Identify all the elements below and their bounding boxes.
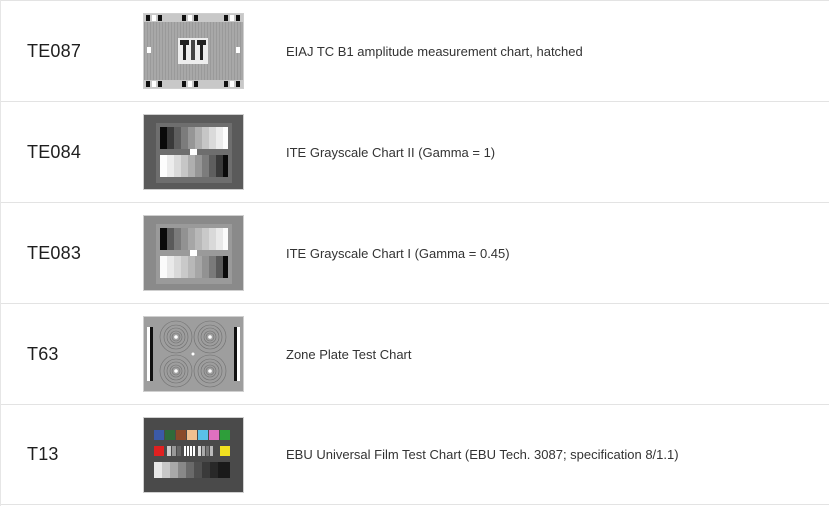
list-item-te084[interactable]: TE084 ITE Grayscale Chart II (Gamma = 1) — [1, 101, 829, 202]
ite-grayscale-chart-2-thumbnail[interactable] — [143, 114, 244, 190]
item-description: Zone Plate Test Chart — [286, 346, 412, 362]
item-description: EBU Universal Film Test Chart (EBU Tech.… — [286, 447, 679, 462]
list-item-te083[interactable]: TE083 ITE Grayscale Chart I (Gamma = 0.4… — [1, 202, 829, 303]
item-code: TE087 — [27, 40, 82, 61]
zone-plate-chart-thumbnail[interactable] — [143, 316, 244, 392]
ite-grayscale-chart-1-thumbnail[interactable] — [143, 215, 244, 291]
item-description: ITE Grayscale Chart I (Gamma = 0.45) — [286, 245, 510, 261]
item-code: TE084 — [27, 141, 82, 162]
list-item-te087[interactable]: TE087 EIAJ TC B1 amplitude measurement c… — [1, 0, 829, 101]
list-item-t13[interactable]: T13 EBU Universal Film Test Chart (EBU T… — [1, 404, 829, 505]
item-code: T13 — [27, 444, 59, 464]
list-item-t63[interactable]: T63 Zone Plate Test Chart — [1, 303, 829, 404]
item-code: T63 — [27, 343, 59, 364]
item-description: ITE Grayscale Chart II (Gamma = 1) — [286, 144, 496, 160]
ebu-film-test-chart-thumbnail[interactable] — [143, 417, 244, 493]
item-description: EIAJ TC B1 amplitude measurement chart, … — [286, 43, 583, 59]
test-chart-list: TE087 EIAJ TC B1 amplitude measurement c… — [0, 0, 829, 506]
item-code: TE083 — [27, 242, 82, 263]
eiaj-hatched-chart-thumbnail[interactable] — [143, 13, 244, 89]
